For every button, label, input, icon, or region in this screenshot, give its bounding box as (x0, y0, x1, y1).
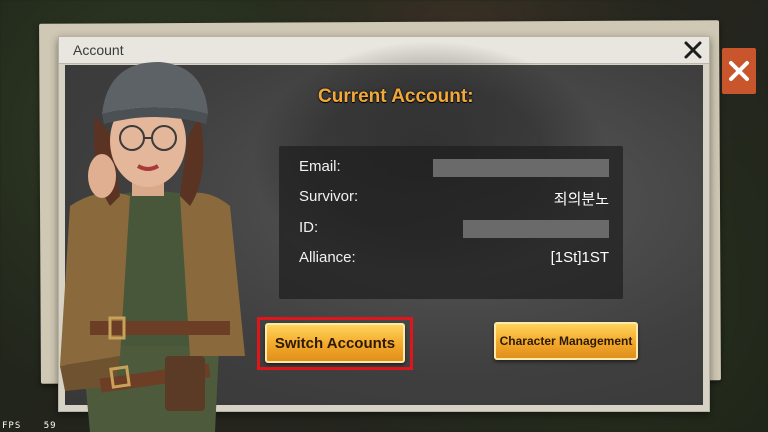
close-icon (684, 41, 702, 59)
alliance-value: [1St]1ST (550, 249, 609, 266)
character-management-button[interactable]: Character Management (494, 322, 638, 360)
account-info-panel: Email: Survivor: 죄의분노 ID: Alliance: [1St… (279, 146, 623, 299)
email-value-redacted (433, 159, 609, 177)
fps-counter: FPS 59 (2, 421, 57, 431)
email-label: Email: (299, 158, 341, 175)
survivor-label: Survivor: (299, 188, 359, 205)
current-account-heading: Current Account: (318, 86, 474, 107)
survivor-value: 죄의분노 (553, 191, 609, 208)
background-close-button[interactable] (722, 48, 756, 94)
close-button[interactable] (681, 39, 705, 61)
close-icon (729, 61, 749, 81)
switch-accounts-button[interactable]: Switch Accounts (265, 323, 405, 363)
id-value-redacted (463, 220, 609, 238)
survivor-row: Survivor: 죄의분노 (299, 186, 609, 208)
character-portrait (60, 61, 245, 432)
email-row: Email: (299, 156, 609, 178)
id-row: ID: (299, 217, 609, 239)
fps-label: FPS (2, 421, 22, 431)
id-label: ID: (299, 219, 319, 236)
fps-value: 59 (43, 421, 57, 431)
alliance-row: Alliance: [1St]1ST (299, 247, 609, 269)
alliance-label: Alliance: (299, 249, 356, 266)
